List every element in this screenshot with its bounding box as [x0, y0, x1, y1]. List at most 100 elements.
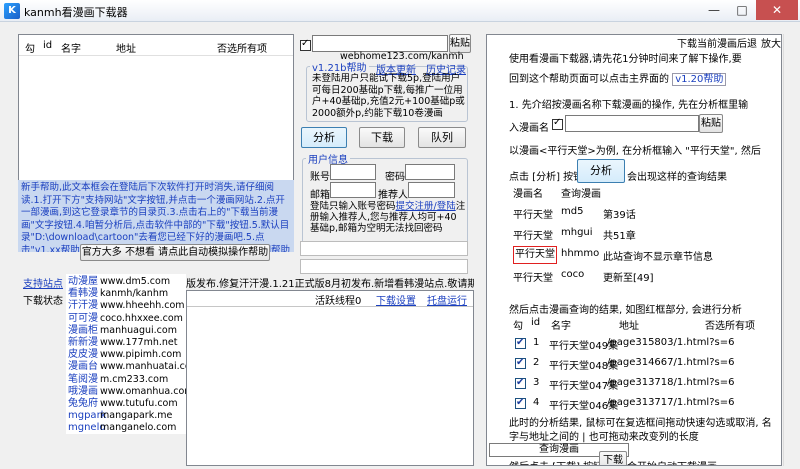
minimize-icon[interactable]: —	[700, 0, 728, 20]
intro-text: 使用看漫画下载器,请先花1分钟时间来了解下操作,要	[509, 54, 742, 65]
site-name[interactable]: 兔兔府	[68, 398, 100, 410]
site-url[interactable]: www.omanhua.com	[100, 386, 194, 397]
site-url[interactable]: www.177mh.net	[100, 337, 177, 348]
register-login-link[interactable]: 提交注册/登陆	[396, 201, 456, 212]
result-checkbox	[515, 377, 526, 389]
col-select-all[interactable]: 否选所有项	[217, 40, 267, 55]
queue-button[interactable]: 队列	[418, 127, 466, 148]
auto-help-button[interactable]: 官方大多 不想看 请点此自动模拟操作帮助	[80, 244, 270, 261]
site-list[interactable]: 动漫屋 www.dm5.com 看韩漫 kanmh/kanhm 汗汗漫 www.hheeh…	[66, 274, 200, 434]
referrer-input[interactable]	[408, 182, 455, 198]
tab-zoom[interactable]: 放大	[761, 35, 781, 50]
site-item[interactable]: 看韩漫 kanmh/kanhm	[68, 288, 168, 300]
site-item[interactable]: 漫画柜 manhuagui.com	[68, 325, 177, 337]
col-id[interactable]: id	[43, 40, 52, 51]
site-name[interactable]: 笔阅漫	[68, 374, 100, 386]
site-name[interactable]: mgpark	[68, 410, 106, 422]
site-name[interactable]: 哦漫画	[68, 386, 100, 398]
help-scrollbar[interactable]	[783, 34, 798, 466]
query-cell: 平行天堂	[513, 273, 553, 284]
window-title: kanmh看漫画下载器	[24, 6, 128, 19]
intro-text-2: 回到这个帮助页面可以点击主界面的 v1.20帮助	[509, 70, 779, 86]
site-item[interactable]: mgnelomanganelo.com	[68, 422, 176, 434]
site-name[interactable]: 可可漫	[68, 313, 100, 325]
final-step-text: 然后点击 [下载] 按钮	[509, 458, 603, 465]
tray-run-link[interactable]: 托盘运行	[427, 292, 467, 307]
account-input[interactable]	[330, 164, 376, 180]
version-info-text: 未登陆用户只能试下载5p,登陆用户可每日200基础p下载,每推广一位用户+40基…	[312, 73, 465, 119]
site-url[interactable]: www.dm5.com	[100, 276, 170, 287]
query-cell: 漫画名	[513, 189, 543, 200]
query-cell: coco	[561, 269, 585, 280]
demo-download-button: 下载	[599, 451, 627, 465]
email-label: 邮箱	[310, 190, 330, 201]
site-item[interactable]: 漫画台 www.manhuatai.com	[68, 361, 200, 373]
user-note: 登陆只输入账号密码提交注册/登陆注册输入推荐人,您与推荐人均可+40基础p,邮箱…	[310, 201, 466, 234]
progress-bar-2	[300, 259, 468, 274]
demo-col-id: id	[531, 317, 541, 328]
site-name[interactable]: 漫画柜	[68, 325, 100, 337]
site-item[interactable]: 动漫屋 www.dm5.com	[68, 276, 170, 288]
input-name-label: 入漫画名	[509, 123, 549, 134]
password-input[interactable]	[405, 164, 455, 180]
site-item[interactable]: 可可漫 coco.hhxxee.com	[68, 313, 183, 325]
site-item[interactable]: 哦漫画 www.omanhua.com	[68, 386, 194, 398]
site-url[interactable]: www.hheehh.com	[100, 300, 185, 311]
col-check[interactable]: 勾	[25, 40, 35, 55]
email-input[interactable]	[330, 182, 376, 198]
site-item[interactable]: 新新漫 www.177mh.net	[68, 337, 177, 349]
site-url[interactable]: www.manhuatai.com	[100, 361, 200, 372]
site-item[interactable]: 兔兔府 www.tutufu.com	[68, 398, 178, 410]
analyze-button[interactable]: 分析	[301, 127, 347, 148]
demo-col-address: 地址	[619, 321, 639, 332]
site-name[interactable]: 皮皮漫	[68, 349, 100, 361]
example-text: 以漫画<平行天堂>为例, 在分析框输入 "平行天堂", 然后	[509, 146, 761, 157]
chapter-list[interactable]: 勾 id 名字 地址 否选所有项	[18, 34, 294, 184]
tab-download-current[interactable]: 下载当前漫画	[677, 35, 737, 50]
site-url[interactable]: www.tutufu.com	[100, 398, 178, 409]
site-item[interactable]: 汗汗漫 www.hheehh.com	[68, 300, 185, 312]
news-marquee: 版发布.修复汗汗漫.1.21正式版8月初发布.新增看韩漫站点.敬请期待.	[186, 279, 474, 290]
col-address[interactable]: 地址	[116, 40, 136, 55]
list-header-divider	[19, 55, 293, 56]
site-url[interactable]: kanmh/kanhm	[100, 288, 168, 299]
demo-col-select-all: 否选所有项	[705, 321, 755, 332]
result-id: 3	[533, 377, 540, 388]
demo-result-list: 勾 id 名字 地址 否选所有项 1平行天堂049集/page315803/1.…	[511, 315, 775, 415]
site-item[interactable]: 笔阅漫 m.cm233.com	[68, 374, 168, 386]
site-item[interactable]: 皮皮漫 www.pipimh.com	[68, 349, 181, 361]
site-url[interactable]: manhuagui.com	[100, 325, 177, 336]
download-settings-link[interactable]: 下载设置	[376, 292, 416, 307]
help-browser[interactable]: 下载当前漫画 后退 放大 使用看漫画下载器,请先花1分钟时间来了解下操作,要 回…	[486, 34, 782, 466]
site-name[interactable]: mgnelo	[68, 422, 105, 434]
site-url[interactable]: mangapark.me	[100, 410, 172, 421]
tab-back[interactable]: 后退	[737, 35, 757, 50]
site-name[interactable]: 漫画台	[68, 361, 100, 373]
intro-text-2-prefix: 回到这个帮助页面可以点击主界面的	[509, 74, 669, 85]
download-status-panel[interactable]: 活跃线程0 下载设置 托盘运行	[186, 290, 474, 466]
site-url[interactable]: m.cm233.com	[100, 374, 168, 385]
url-checkbox[interactable]	[300, 38, 311, 51]
site-url[interactable]: manganelo.com	[100, 422, 176, 433]
demo-analyze-button: 分析	[577, 159, 625, 183]
col-name[interactable]: 名字	[61, 40, 81, 55]
site-name[interactable]: 新新漫	[68, 337, 100, 349]
site-url[interactable]: www.pipimh.com	[100, 349, 181, 360]
site-name[interactable]: 动漫屋	[68, 276, 100, 288]
site-name[interactable]: 汗汗漫	[68, 300, 100, 312]
demo-col-check: 勾	[513, 321, 523, 332]
site-url[interactable]: coco.hhxxee.com	[100, 313, 183, 324]
version-help-link[interactable]: v1.21b帮助	[310, 59, 369, 74]
demo-paste-button: 粘贴	[699, 114, 723, 133]
result-url: /page315803/1.html?s=6	[607, 337, 735, 348]
site-item[interactable]: mgparkmangapark.me	[68, 410, 172, 422]
support-sites-link[interactable]: 支持站点	[23, 275, 63, 290]
maximize-icon[interactable]: □	[728, 0, 756, 20]
download-button[interactable]: 下载	[359, 127, 405, 148]
site-name[interactable]: 看韩漫	[68, 288, 100, 300]
password-label: 密码	[385, 172, 405, 183]
newbie-help-text: 新手帮助,此文本框会在登陆后下次软件打开时消失,请仔细阅读.1.打开下方"支持网…	[18, 180, 294, 252]
close-icon[interactable]: ✕	[756, 0, 798, 20]
download-header-divider	[187, 306, 473, 307]
url-input[interactable]	[312, 35, 448, 52]
